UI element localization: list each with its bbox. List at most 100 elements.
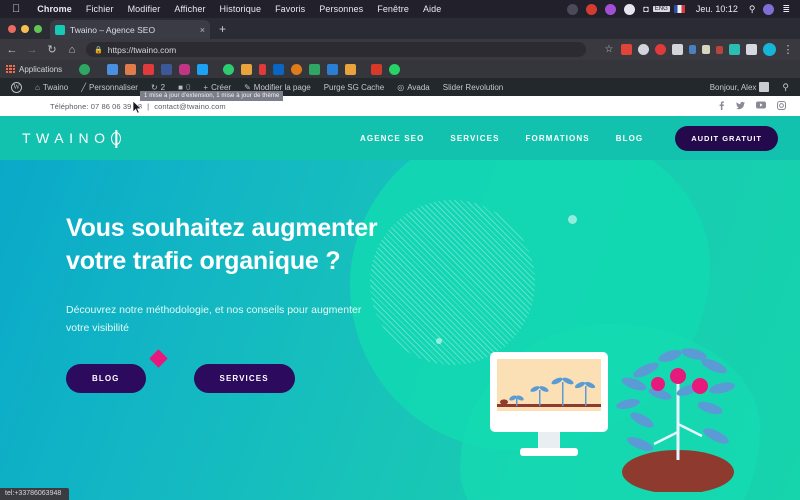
wp-purge-cache[interactable]: Purge SG Cache xyxy=(319,83,389,92)
site-email[interactable]: contact@twaino.com xyxy=(154,102,226,111)
bookmark-instagram-icon[interactable] xyxy=(179,63,191,75)
menu-item-historique[interactable]: Historique xyxy=(213,4,269,14)
site-header: TWAINO AGENCE SEO SERVICES FORMATIONS BL… xyxy=(0,116,800,160)
screenshot-root:  Chrome Fichier Modifier Afficher Histo… xyxy=(0,0,800,500)
menu-item-favoris[interactable]: Favoris xyxy=(268,4,312,14)
new-tab-button[interactable]: + xyxy=(210,20,235,39)
twitter-icon[interactable] xyxy=(736,101,745,112)
bookmark-slides-icon[interactable] xyxy=(241,63,253,75)
siri-icon[interactable] xyxy=(759,3,778,15)
extension-grid-icon[interactable] xyxy=(672,44,683,55)
wifi-icon[interactable]: ◘ xyxy=(639,4,652,14)
extension-icons: ☆ ⋮ xyxy=(603,43,794,56)
minimize-window-button[interactable] xyxy=(21,24,29,33)
hero-services-button[interactable]: SERVICES xyxy=(193,364,295,394)
french-flag-icon[interactable] xyxy=(670,5,689,13)
hero-blog-button[interactable]: BLOG xyxy=(66,364,146,394)
bookmark-facebook-icon[interactable] xyxy=(161,63,173,75)
nav-blog[interactable]: BLOG xyxy=(616,134,644,143)
bookmark-green-icon[interactable] xyxy=(223,63,235,75)
cloud-icon[interactable] xyxy=(620,3,639,15)
zoom-window-button[interactable] xyxy=(34,24,42,33)
wp-greeting[interactable]: Bonjour, Alex xyxy=(705,82,775,92)
bookmark-chrome-icon[interactable] xyxy=(79,63,91,75)
apps-grid-icon xyxy=(6,65,15,73)
bookmark-applications[interactable]: Applications xyxy=(6,65,62,74)
reload-icon[interactable]: ↻ xyxy=(46,43,58,56)
menu-item-fenetre[interactable]: Fenêtre xyxy=(370,4,416,14)
bookmark-whatsapp-icon[interactable] xyxy=(389,63,401,75)
profile-avatar-icon[interactable] xyxy=(763,43,776,56)
menu-item-fichier[interactable]: Fichier xyxy=(79,4,121,14)
extension-w-icon[interactable] xyxy=(729,44,740,55)
extension-x-icon[interactable] xyxy=(716,45,723,54)
extension-cloud-icon[interactable] xyxy=(638,44,649,55)
wp-site-name[interactable]: ⌂ Twaino xyxy=(30,83,73,92)
bookmark-flame-icon[interactable] xyxy=(259,63,267,75)
extension-ghost-icon[interactable] xyxy=(746,44,757,55)
facebook-icon[interactable] xyxy=(718,100,725,112)
close-icon[interactable]: × xyxy=(200,25,205,35)
home-icon[interactable]: ⌂ xyxy=(66,44,78,56)
site-phone[interactable]: Téléphone: 07 86 06 39 48 xyxy=(50,102,142,111)
bookmark-linkedin-icon[interactable] xyxy=(273,63,285,75)
bookmark-star-icon[interactable]: ☆ xyxy=(603,44,615,55)
chrome-menu-icon[interactable]: ⋮ xyxy=(782,43,794,56)
youtube-icon[interactable] xyxy=(756,101,766,112)
control-center-icon[interactable]: ≣ xyxy=(778,4,794,15)
leaf-icon xyxy=(111,131,122,145)
extension-blue-icon[interactable] xyxy=(689,45,696,54)
nav-services[interactable]: SERVICES xyxy=(450,134,499,143)
update-tooltip: 1 mise à jour d'extension, 1 mise à jour… xyxy=(140,91,284,101)
bookmarks-bar: Applications xyxy=(0,60,800,78)
bookmark-analytics-icon[interactable] xyxy=(345,63,357,75)
address-bar[interactable]: 🔒 https://twaino.com xyxy=(86,42,586,57)
browser-status-bar: tel:+33786063948 xyxy=(0,488,70,500)
menu-item-chrome[interactable]: Chrome xyxy=(30,4,79,14)
search-icon[interactable]: ⚲ xyxy=(745,4,760,15)
avada-icon: ◎ xyxy=(397,82,405,92)
site-logo-text: TWAINO xyxy=(22,130,111,146)
search-icon[interactable]: ⚲ xyxy=(777,82,794,93)
circle-purple-icon[interactable] xyxy=(601,3,620,15)
wp-avada[interactable]: ◎ Avada xyxy=(392,83,435,92)
extension-pin-icon[interactable] xyxy=(655,44,666,55)
extension-pencil-icon[interactable] xyxy=(702,45,710,54)
wp-slider-revolution[interactable]: Slider Revolution xyxy=(438,83,508,92)
bookmark-orange-icon[interactable] xyxy=(291,63,303,75)
nav-agence-seo[interactable]: AGENCE SEO xyxy=(360,134,424,143)
bookmark-trello-icon[interactable] xyxy=(327,63,339,75)
screen-share-icon[interactable] xyxy=(563,3,582,15)
menu-item-afficher[interactable]: Afficher xyxy=(167,4,212,14)
extension-red-icon[interactable] xyxy=(621,44,632,55)
instagram-icon[interactable] xyxy=(777,100,786,112)
dropbox-icon[interactable] xyxy=(582,3,601,15)
menu-item-modifier[interactable]: Modifier xyxy=(121,4,168,14)
close-window-button[interactable] xyxy=(8,24,16,33)
site-logo[interactable]: TWAINO xyxy=(22,130,122,146)
mouse-cursor xyxy=(133,101,142,114)
site-topbar: Téléphone: 07 86 06 39 48 | contact@twai… xyxy=(0,96,800,116)
arrow-left-icon[interactable]: ← xyxy=(6,44,18,56)
bookmark-twitter-icon[interactable] xyxy=(197,63,209,75)
input-source-label[interactable]: ENG xyxy=(652,6,670,12)
bookmark-mail-icon[interactable] xyxy=(107,63,119,75)
wp-customize[interactable]: ╱ Personnaliser xyxy=(76,83,143,92)
audit-gratuit-button[interactable]: AUDIT GRATUIT xyxy=(675,125,778,151)
twaino-favicon xyxy=(55,24,65,35)
browser-toolbar: ← → ↻ ⌂ 🔒 https://twaino.com ☆ ⋮ xyxy=(0,39,800,60)
menu-item-personnes[interactable]: Personnes xyxy=(312,4,370,14)
bookmark-youtube-icon[interactable] xyxy=(143,63,155,75)
bookmark-red-icon[interactable] xyxy=(371,63,383,75)
apple-icon[interactable]:  xyxy=(12,3,20,15)
nav-formations[interactable]: FORMATIONS xyxy=(526,134,590,143)
menu-clock[interactable]: Jeu. 10:12 xyxy=(689,4,745,14)
hero-section: Vous souhaitez augmenter votre trafic or… xyxy=(0,160,800,500)
bookmark-printer-icon[interactable] xyxy=(125,63,137,75)
wordpress-icon[interactable]: W xyxy=(6,81,27,93)
bookmark-sheets-icon[interactable] xyxy=(309,63,321,75)
main-navigation: AGENCE SEO SERVICES FORMATIONS BLOG AUDI… xyxy=(360,125,778,151)
arrow-right-icon[interactable]: → xyxy=(26,44,38,56)
browser-tab[interactable]: Twaino – Agence SEO × xyxy=(50,20,210,39)
menu-item-aide[interactable]: Aide xyxy=(416,4,448,14)
